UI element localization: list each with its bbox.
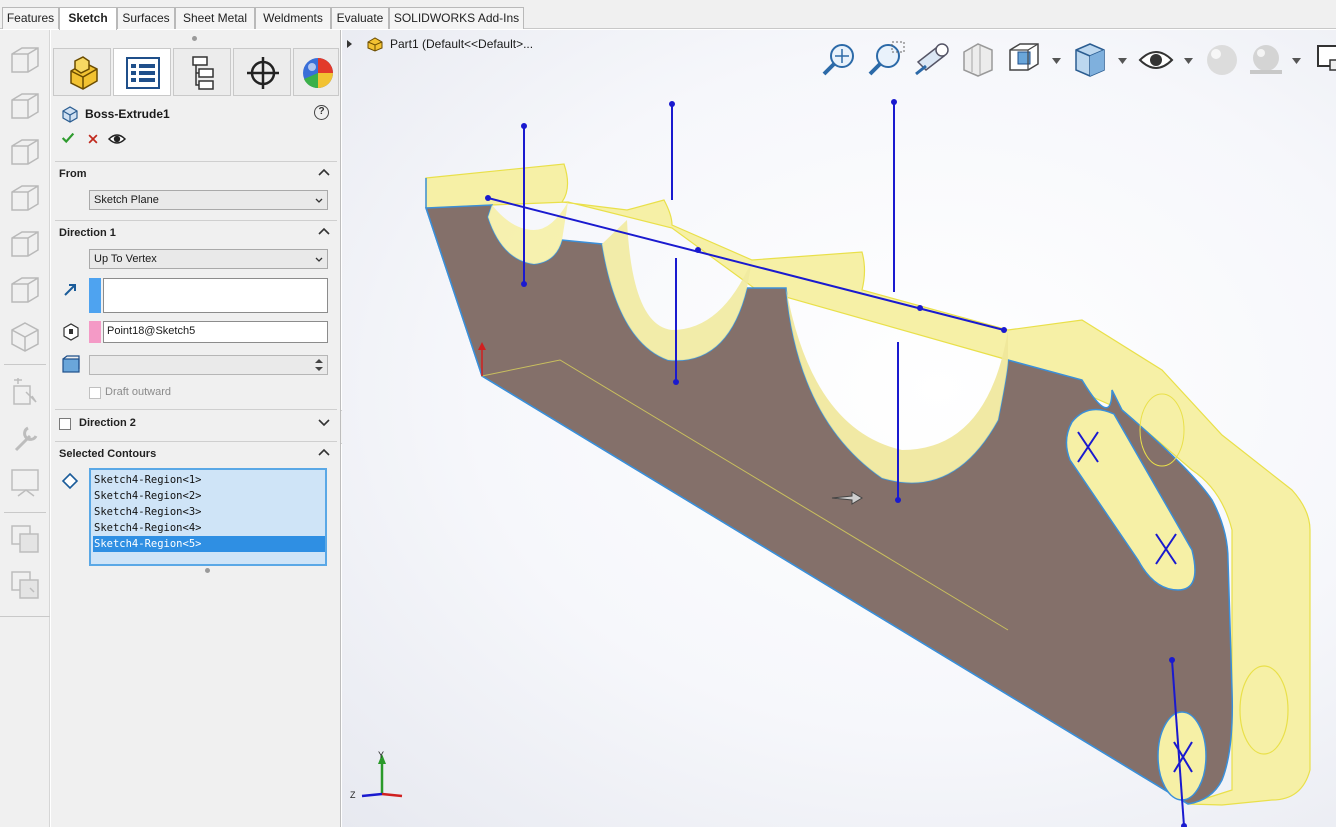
dimxpert-manager-tab[interactable] xyxy=(233,48,291,96)
toolbar-divider xyxy=(0,616,50,617)
end-condition-value: Up To Vertex xyxy=(94,253,157,265)
vertex-selection-icon xyxy=(63,323,79,341)
from-section: From Sketch Plane xyxy=(55,161,337,219)
tab-weldments[interactable]: Weldments xyxy=(255,7,331,29)
direction2-checkbox[interactable] xyxy=(59,418,71,430)
chevron-down-icon xyxy=(315,257,323,262)
expand-chevron-icon[interactable] xyxy=(317,417,331,429)
eye-icon xyxy=(107,134,127,144)
right-view-icon[interactable] xyxy=(8,182,42,216)
cursor-icon xyxy=(831,491,863,505)
direction-of-extrusion-field[interactable] xyxy=(103,278,328,313)
contour-selection-icon xyxy=(61,472,79,490)
tab-sheet-metal[interactable]: Sheet Metal xyxy=(175,7,255,29)
manager-tabs xyxy=(53,48,339,98)
collapse-chevron-icon[interactable] xyxy=(317,225,331,237)
property-manager: Boss-Extrude1 ? From Sketch Plane Direct… xyxy=(51,30,341,827)
move-component-icon[interactable] xyxy=(8,466,42,500)
top-view-icon[interactable] xyxy=(8,228,42,262)
vertex-color-swatch xyxy=(89,321,101,343)
tab-evaluate[interactable]: Evaluate xyxy=(331,7,389,29)
left-view-icon[interactable] xyxy=(8,136,42,170)
cancel-button[interactable] xyxy=(84,130,102,148)
back-view-icon[interactable] xyxy=(8,90,42,124)
collapse-chevron-icon[interactable] xyxy=(317,446,331,458)
copy-entities-icon[interactable] xyxy=(8,522,42,556)
offset-distance-icon xyxy=(62,355,80,373)
configuration-manager-icon xyxy=(192,56,214,90)
toolbar-divider xyxy=(4,512,46,513)
reverse-direction-icon[interactable] xyxy=(61,279,81,299)
direction-color-swatch xyxy=(89,278,101,313)
collapse-chevron-icon[interactable] xyxy=(317,166,331,178)
list-item[interactable]: Sketch4-Region<3> xyxy=(93,504,325,520)
end-condition-select[interactable]: Up To Vertex xyxy=(89,249,328,269)
isometric-view-icon[interactable] xyxy=(8,320,42,354)
draft-outward-checkbox[interactable] xyxy=(89,387,101,399)
panel-grip[interactable] xyxy=(192,36,197,41)
action-buttons xyxy=(59,130,149,150)
boss-extrude-icon xyxy=(62,106,78,123)
offset-distance-field[interactable] xyxy=(89,355,328,375)
chevron-down-icon xyxy=(315,198,323,203)
list-item[interactable]: Sketch4-Region<4> xyxy=(93,520,325,536)
help-button[interactable]: ? xyxy=(314,105,329,120)
list-resize-grip[interactable] xyxy=(205,568,210,573)
tab-features[interactable]: Features xyxy=(2,7,59,29)
feature-title-bar: Boss-Extrude1 ? xyxy=(59,104,335,124)
extrude-preview-model[interactable] xyxy=(342,30,1336,827)
tab-surfaces[interactable]: Surfaces xyxy=(117,7,175,29)
display-manager-icon xyxy=(303,58,333,89)
direction2-section: Direction 2 xyxy=(55,409,337,441)
direction1-label: Direction 1 xyxy=(59,227,116,239)
display-manager-tab[interactable] xyxy=(293,48,339,96)
wrench-icon[interactable] xyxy=(8,422,42,456)
spin-stepper-icon[interactable] xyxy=(313,357,325,373)
normal-to-icon[interactable] xyxy=(8,374,42,408)
tab-solidworks-add-ins[interactable]: SOLIDWORKS Add-Ins xyxy=(389,7,524,29)
selected-contours-list[interactable]: Sketch4-Region<1> Sketch4-Region<2> Sket… xyxy=(89,468,327,566)
ok-button[interactable] xyxy=(59,130,77,148)
property-manager-icon xyxy=(126,57,160,89)
feature-title: Boss-Extrude1 xyxy=(85,107,170,121)
command-manager-tabs: Features Sketch Surfaces Sheet Metal Wel… xyxy=(0,0,1336,30)
toolbar-divider xyxy=(4,364,46,365)
bottom-view-icon[interactable] xyxy=(8,274,42,308)
feature-manager-tab[interactable] xyxy=(53,48,111,96)
graphics-area[interactable]: Part1 (Default<<Default>... Y Z xyxy=(342,30,1336,827)
triad-y-label: Y xyxy=(378,750,385,760)
configuration-manager-tab[interactable] xyxy=(173,48,231,96)
property-manager-tab[interactable] xyxy=(113,48,171,96)
draft-outward-label: Draft outward xyxy=(105,386,172,398)
triad-z-label: Z xyxy=(350,790,356,800)
from-start-condition-value: Sketch Plane xyxy=(94,194,159,206)
preview-button[interactable] xyxy=(107,130,127,148)
front-view-icon[interactable] xyxy=(8,44,42,78)
tab-sketch[interactable]: Sketch xyxy=(59,7,117,30)
feature-manager-icon xyxy=(70,56,98,90)
checkmark-icon xyxy=(61,132,75,144)
direction2-label: Direction 2 xyxy=(79,417,136,429)
selected-contours-label: Selected Contours xyxy=(59,448,157,460)
direction1-section: Direction 1 Up To Vertex Point18@Sketch5… xyxy=(55,220,337,408)
list-item[interactable]: Sketch4-Region<2> xyxy=(93,488,325,504)
view-toolbar xyxy=(0,30,50,827)
from-start-condition-select[interactable]: Sketch Plane xyxy=(89,190,328,210)
close-icon xyxy=(88,134,98,144)
dimxpert-icon xyxy=(247,57,279,89)
from-label: From xyxy=(59,168,87,180)
rotate-entities-icon[interactable] xyxy=(8,568,42,602)
list-item-selected[interactable]: Sketch4-Region<5> xyxy=(93,536,325,552)
vertex-field[interactable]: Point18@Sketch5 xyxy=(103,321,328,343)
list-item[interactable]: Sketch4-Region<1> xyxy=(93,472,325,488)
